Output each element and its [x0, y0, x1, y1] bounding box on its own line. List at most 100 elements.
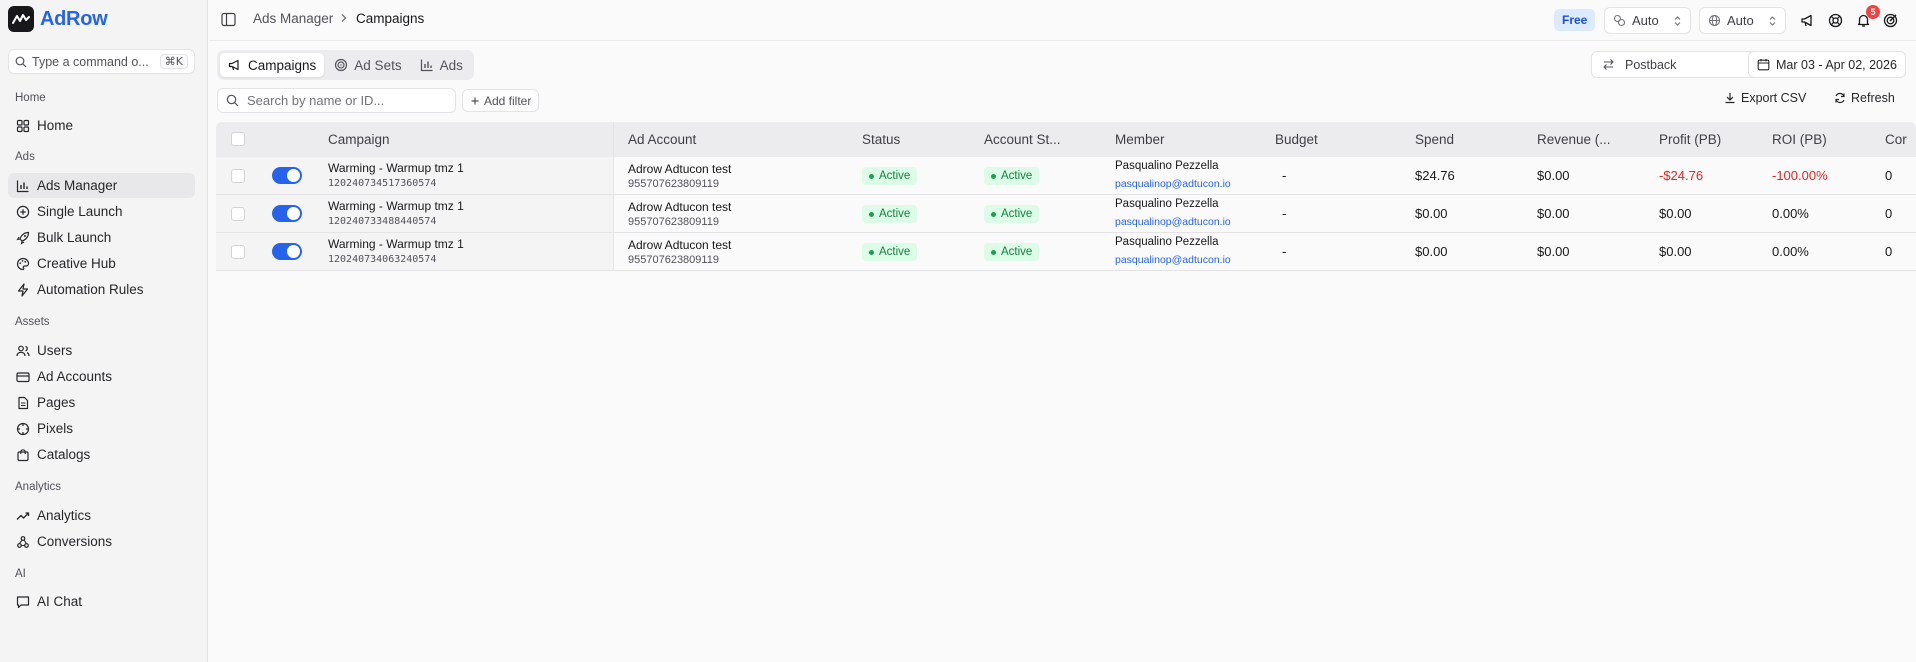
table-row[interactable]: Warming - Warmup tmz 1 12024073451736057… [216, 157, 1916, 195]
scope-select[interactable]: Auto [1604, 7, 1691, 34]
ad-account-name: Adrow Adtucon test [628, 162, 732, 176]
column-header-conversions[interactable]: Cor [1885, 132, 1907, 147]
zap-icon [17, 282, 29, 297]
budget-value: - [1282, 244, 1287, 259]
select-all-checkbox[interactable] [231, 132, 245, 146]
sidebar-item-ai-chat[interactable]: AI Chat [8, 589, 195, 614]
attribution-select-value: Postback [1625, 57, 1677, 72]
column-divider [613, 122, 614, 157]
conversions-value: 0 [1885, 168, 1893, 183]
megaphone-icon[interactable] [1799, 12, 1815, 28]
sidebar-item-conversions[interactable]: Conversions [8, 529, 195, 554]
campaign-name[interactable]: Warming - Warmup tmz 1 [328, 199, 464, 213]
column-header-member[interactable]: Member [1115, 132, 1165, 147]
sidebar-item-ads-manager[interactable]: Ads Manager [8, 173, 195, 198]
sidebar-item-pages[interactable]: Pages [8, 390, 195, 415]
member-email[interactable]: pasqualinop@adtucon.io [1115, 254, 1231, 266]
row-checkbox[interactable] [231, 245, 245, 259]
sidebar-item-automation-rules[interactable]: Automation Rules [8, 277, 195, 302]
campaign-status-toggle[interactable] [272, 167, 302, 184]
sidebar-item-users[interactable]: Users [8, 338, 195, 363]
row-checkbox[interactable] [231, 169, 245, 183]
palette-icon [16, 257, 30, 270]
refresh-button[interactable]: Refresh [1834, 91, 1895, 105]
brand-logo[interactable]: AdRow [8, 6, 108, 32]
sidebar-item-ad-accounts[interactable]: Ad Accounts [8, 364, 195, 389]
profit-value: -$24.76 [1659, 168, 1704, 183]
rocket-icon [16, 231, 30, 245]
add-filter-label: Add filter [484, 93, 532, 108]
sidebar-item-bulk-launch[interactable]: Bulk Launch [8, 225, 195, 250]
export-csv-button[interactable]: Export CSV [1724, 91, 1806, 105]
campaign-id: 120240734063240574 [328, 254, 437, 265]
tab-label: Ads [439, 57, 463, 73]
search-input[interactable] [247, 93, 437, 108]
search-icon [15, 56, 27, 67]
target-icon[interactable] [1882, 12, 1898, 28]
megaphone-icon [228, 59, 239, 71]
profit-value: $0.00 [1659, 244, 1692, 259]
refresh-label: Refresh [1851, 91, 1895, 105]
campaign-id: 120240734517360574 [328, 178, 437, 189]
sidebar-item-label: Analytics [37, 508, 92, 523]
timezone-select[interactable]: Auto [1699, 7, 1786, 34]
roi-value: -100.00% [1772, 168, 1828, 183]
column-header-status[interactable]: Status [862, 132, 900, 147]
sidebar-item-pixels[interactable]: Pixels [8, 416, 195, 441]
breadcrumb-parent[interactable]: Ads Manager [253, 11, 333, 26]
date-range-picker[interactable]: Mar 03 - Apr 02, 2026 [1748, 51, 1906, 78]
sidebar-toggle-icon[interactable] [220, 11, 236, 27]
spend-value: $0.00 [1415, 206, 1448, 221]
campaign-search[interactable] [217, 88, 456, 113]
sidebar-item-catalogs[interactable]: Catalogs [8, 442, 195, 467]
campaign-name[interactable]: Warming - Warmup tmz 1 [328, 237, 464, 251]
table-row[interactable]: Warming - Warmup tmz 1 12024073406324057… [216, 233, 1916, 271]
shopping-bag-icon [17, 448, 29, 461]
tab-campaigns[interactable]: Campaigns [220, 53, 325, 77]
brand-name: AdRow [40, 7, 108, 30]
column-header-profit[interactable]: Profit (PB) [1659, 132, 1721, 147]
tab-ads[interactable]: Ads [412, 53, 471, 77]
status-badge: Active [862, 167, 918, 185]
column-header-ad-account[interactable]: Ad Account [628, 132, 696, 147]
tab-label: Campaigns [248, 57, 317, 73]
member-email[interactable]: pasqualinop@adtucon.io [1115, 178, 1231, 190]
campaign-status-toggle[interactable] [272, 243, 302, 260]
command-shortcut: ⌘K [159, 54, 188, 69]
column-header-account-status[interactable]: Account St... [984, 132, 1061, 147]
calendar-icon [1757, 59, 1770, 71]
webhook-icon [17, 535, 29, 548]
help-circle-icon[interactable] [1827, 12, 1843, 28]
column-header-spend[interactable]: Spend [1415, 132, 1454, 147]
plan-badge: Free [1554, 9, 1596, 31]
account-status-badge-label: Active [1001, 170, 1033, 182]
credit-card-icon [16, 371, 30, 382]
column-header-campaign[interactable]: Campaign [328, 132, 390, 147]
status-badge: Active [862, 205, 918, 223]
status-dot [869, 249, 874, 255]
command-palette-input[interactable]: Type a command o... ⌘K [8, 49, 195, 74]
ad-account-id: 955707623809119 [628, 178, 719, 190]
tab-ad-sets[interactable]: Ad Sets [326, 53, 409, 77]
row-checkbox[interactable] [231, 207, 245, 221]
column-header-revenue[interactable]: Revenue (... [1537, 132, 1611, 147]
campaign-name[interactable]: Warming - Warmup tmz 1 [328, 161, 464, 175]
sidebar-item-analytics[interactable]: Analytics [8, 503, 195, 528]
campaign-status-toggle[interactable] [272, 205, 302, 222]
table-row[interactable]: Warming - Warmup tmz 1 12024073348844057… [216, 195, 1916, 233]
column-header-budget[interactable]: Budget [1275, 132, 1318, 147]
ad-account-name: Adrow Adtucon test [628, 238, 732, 252]
sidebar-item-home[interactable]: Home [8, 113, 195, 138]
sidebar-item-single-launch[interactable]: Single Launch [8, 199, 195, 224]
attribution-select[interactable]: Postback [1591, 51, 1774, 78]
conversions-value: 0 [1885, 206, 1893, 221]
section-label-home: Home [15, 92, 46, 104]
add-filter-button[interactable]: Add filter [462, 89, 540, 112]
spend-value: $0.00 [1415, 244, 1448, 259]
member-email[interactable]: pasqualinop@adtucon.io [1115, 216, 1231, 228]
column-header-roi[interactable]: ROI (PB) [1772, 132, 1827, 147]
sidebar-item-creative-hub[interactable]: Creative Hub [8, 251, 195, 276]
status-badge-label: Active [879, 170, 911, 182]
timezone-select-value: Auto [1727, 13, 1754, 28]
section-label-ads: Ads [15, 151, 35, 163]
